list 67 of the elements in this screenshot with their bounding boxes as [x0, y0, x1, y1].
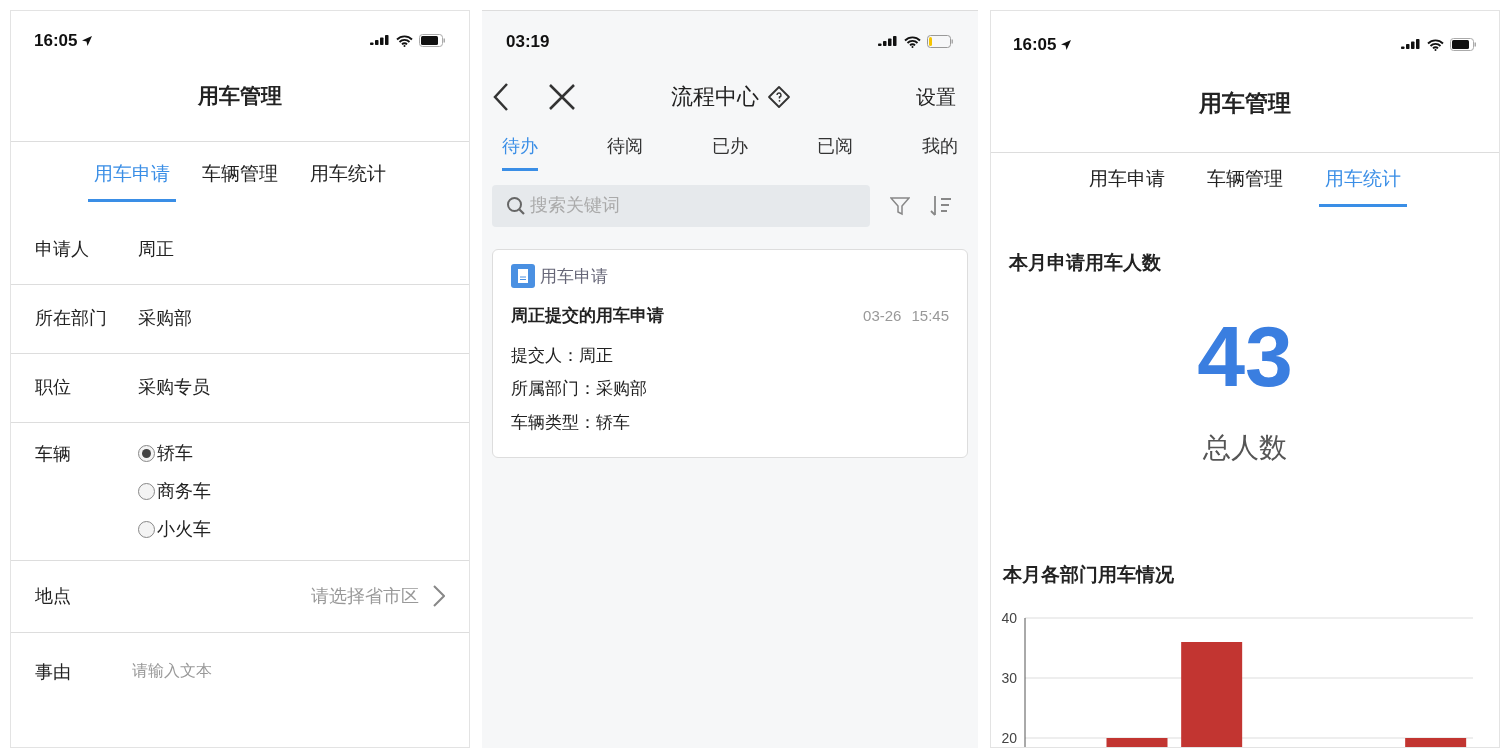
reason-input[interactable]: 请输入文本 — [132, 658, 445, 729]
back-icon[interactable] — [492, 81, 510, 112]
field-label: 车辆 — [35, 442, 72, 466]
axis-tick-label: 40 — [1001, 609, 1017, 626]
tab[interactable]: 已办 — [712, 132, 748, 171]
radio-option[interactable]: 轿车 — [138, 440, 211, 467]
field-value: 采购专员 — [138, 376, 210, 399]
location-arrow-icon — [1060, 38, 1073, 51]
wifi-icon — [396, 34, 413, 47]
tab[interactable]: 车辆管理 — [1201, 165, 1289, 207]
card-title: 周正提交的用车申请 — [511, 305, 664, 327]
section-title: 本月申请用车人数 — [1009, 250, 1162, 275]
app-name: 用车申请 — [540, 265, 608, 288]
page-title: 用车管理 — [1198, 88, 1292, 118]
search-icon — [506, 195, 526, 216]
request-card[interactable]: 用车申请 周正提交的用车申请 03-26 15:45 提交人：周正 所属部门：采购部 车辆类型：轿车 — [492, 248, 968, 458]
axis-tick-label: 30 — [1001, 669, 1017, 686]
sort-icon[interactable] — [930, 194, 952, 217]
field-label: 申请人 — [35, 238, 90, 261]
field-label: 职位 — [35, 376, 72, 399]
status-time: 03:19 — [506, 31, 550, 53]
card-date: 03-26 — [863, 305, 902, 326]
field-label: 事由 — [35, 660, 72, 684]
field-value: 采购部 — [138, 307, 192, 330]
axis-tick-label: 20 — [1001, 729, 1017, 746]
field-label: 所在部门 — [35, 307, 108, 330]
section-title: 本月各部门用车情况 — [1003, 563, 1175, 587]
help-icon[interactable] — [767, 84, 791, 109]
chart-bar — [1106, 737, 1168, 747]
tab[interactable]: 待阅 — [607, 132, 643, 171]
battery-icon — [1450, 38, 1477, 52]
card-detail: 车辆类型：轿车 — [511, 411, 631, 434]
signal-icon — [1401, 38, 1421, 51]
card-detail: 所属部门：采购部 — [511, 378, 648, 400]
settings-link[interactable]: 设置 — [916, 81, 956, 112]
tab[interactable]: 用车统计 — [304, 160, 392, 202]
wifi-icon — [1427, 38, 1444, 51]
status-time: 16:05 — [1013, 34, 1057, 56]
battery-icon — [419, 34, 446, 48]
signal-icon — [878, 35, 898, 48]
location-picker[interactable]: 地点 请选择省市区 — [11, 560, 469, 633]
chevron-right-icon — [433, 585, 445, 607]
card-detail: 提交人：周正 — [511, 344, 614, 367]
page-title: 流程中心 — [671, 83, 759, 111]
document-icon — [511, 264, 535, 289]
tab[interactable]: 我的 — [922, 132, 958, 171]
wifi-icon — [904, 35, 921, 48]
headcount-number: 43 — [1196, 313, 1294, 399]
page-title: 用车管理 — [197, 82, 283, 109]
filter-icon[interactable] — [890, 195, 910, 216]
chart-bar — [1405, 737, 1467, 747]
headcount-label: 总人数 — [1202, 431, 1288, 465]
field-value: 周正 — [138, 238, 174, 261]
location-arrow-icon — [81, 34, 94, 47]
tab[interactable]: 已阅 — [817, 132, 853, 171]
card-time: 15:45 — [911, 305, 949, 326]
field-label: 地点 — [35, 584, 72, 608]
tab[interactable]: 用车申请 — [1083, 165, 1171, 207]
battery-icon — [927, 35, 954, 49]
signal-icon — [370, 34, 390, 47]
search-field[interactable]: 搜索关键词 — [492, 184, 870, 227]
status-time: 16:05 — [34, 30, 78, 52]
radio-option[interactable]: 小火车 — [138, 516, 211, 543]
close-icon[interactable] — [548, 82, 576, 111]
radio-option[interactable]: 商务车 — [138, 478, 211, 505]
tab[interactable]: 车辆管理 — [196, 160, 284, 202]
tab[interactable]: 用车统计 — [1319, 165, 1407, 207]
